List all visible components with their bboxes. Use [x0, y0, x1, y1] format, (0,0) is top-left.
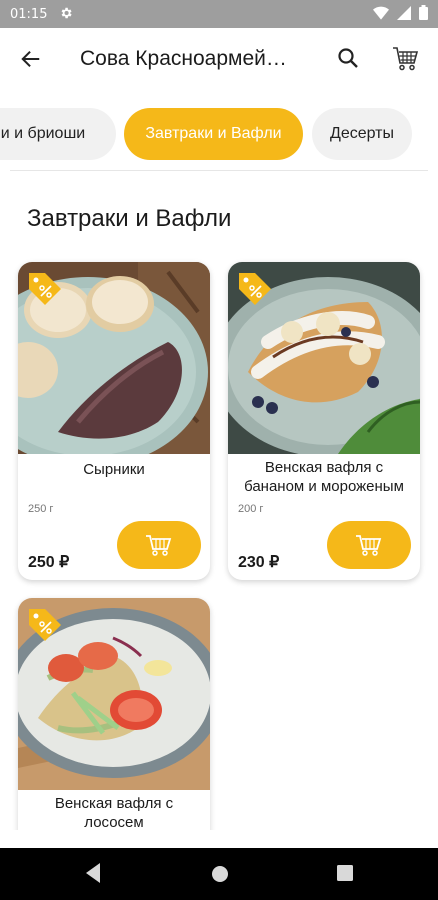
status-bar: 01:15: [0, 0, 438, 28]
tab-category-breakfast[interactable]: Завтраки и Вафли: [124, 108, 303, 160]
system-nav-bar: [0, 848, 438, 900]
tab-category-brioche[interactable]: и и бриоши: [0, 108, 116, 160]
product-image: [18, 598, 210, 790]
status-time: 01:15: [10, 6, 48, 22]
discount-tag-icon: [239, 273, 271, 305]
app-bar: Сова Красноармейская: [0, 28, 438, 90]
wifi-icon: [373, 6, 389, 23]
product-name: Сырники: [83, 461, 145, 478]
product-image: [18, 262, 210, 454]
product-card[interactable]: Венская вафля с бананом и мороженым 200 …: [228, 262, 420, 580]
add-to-cart-button[interactable]: [117, 521, 201, 569]
discount-tag-icon: [29, 273, 61, 305]
signal-icon: [397, 5, 411, 23]
product-price: 250 ₽: [28, 554, 70, 571]
gear-icon: [59, 6, 73, 23]
product-name: Венская вафля с бананом и мороженым: [244, 459, 404, 495]
content-bottom: [0, 830, 438, 848]
discount-tag-icon: [29, 609, 61, 641]
cart-icon: [146, 535, 172, 556]
cart-icon: [356, 535, 382, 556]
cart-icon[interactable]: [392, 44, 420, 72]
divider: [10, 170, 428, 171]
product-weight: 200 г: [238, 503, 264, 515]
search-icon[interactable]: [336, 46, 362, 72]
product-weight: 250 г: [28, 503, 54, 515]
product-image: [228, 262, 420, 454]
app-screen: 01:15 Сова Красноармейская и и бриоши За…: [0, 0, 438, 900]
home-circle-icon[interactable]: [210, 864, 230, 889]
product-name: Венская вафля с лососем: [54, 795, 174, 831]
recents-square-icon[interactable]: [337, 865, 353, 886]
product-card[interactable]: Сырники 250 г 250 ₽: [18, 262, 210, 580]
tab-category-desserts[interactable]: Десерты: [312, 108, 412, 160]
arrow-left-icon[interactable]: [18, 46, 44, 72]
page-title: Сова Красноармейская: [80, 47, 290, 70]
back-triangle-icon[interactable]: [84, 862, 102, 889]
category-tabs: и и бриоши Завтраки и Вафли Десерты: [0, 108, 438, 160]
add-to-cart-button[interactable]: [327, 521, 411, 569]
battery-icon: [419, 5, 428, 23]
section-title: Завтраки и Вафли: [27, 205, 232, 232]
product-price: 230 ₽: [238, 554, 280, 571]
